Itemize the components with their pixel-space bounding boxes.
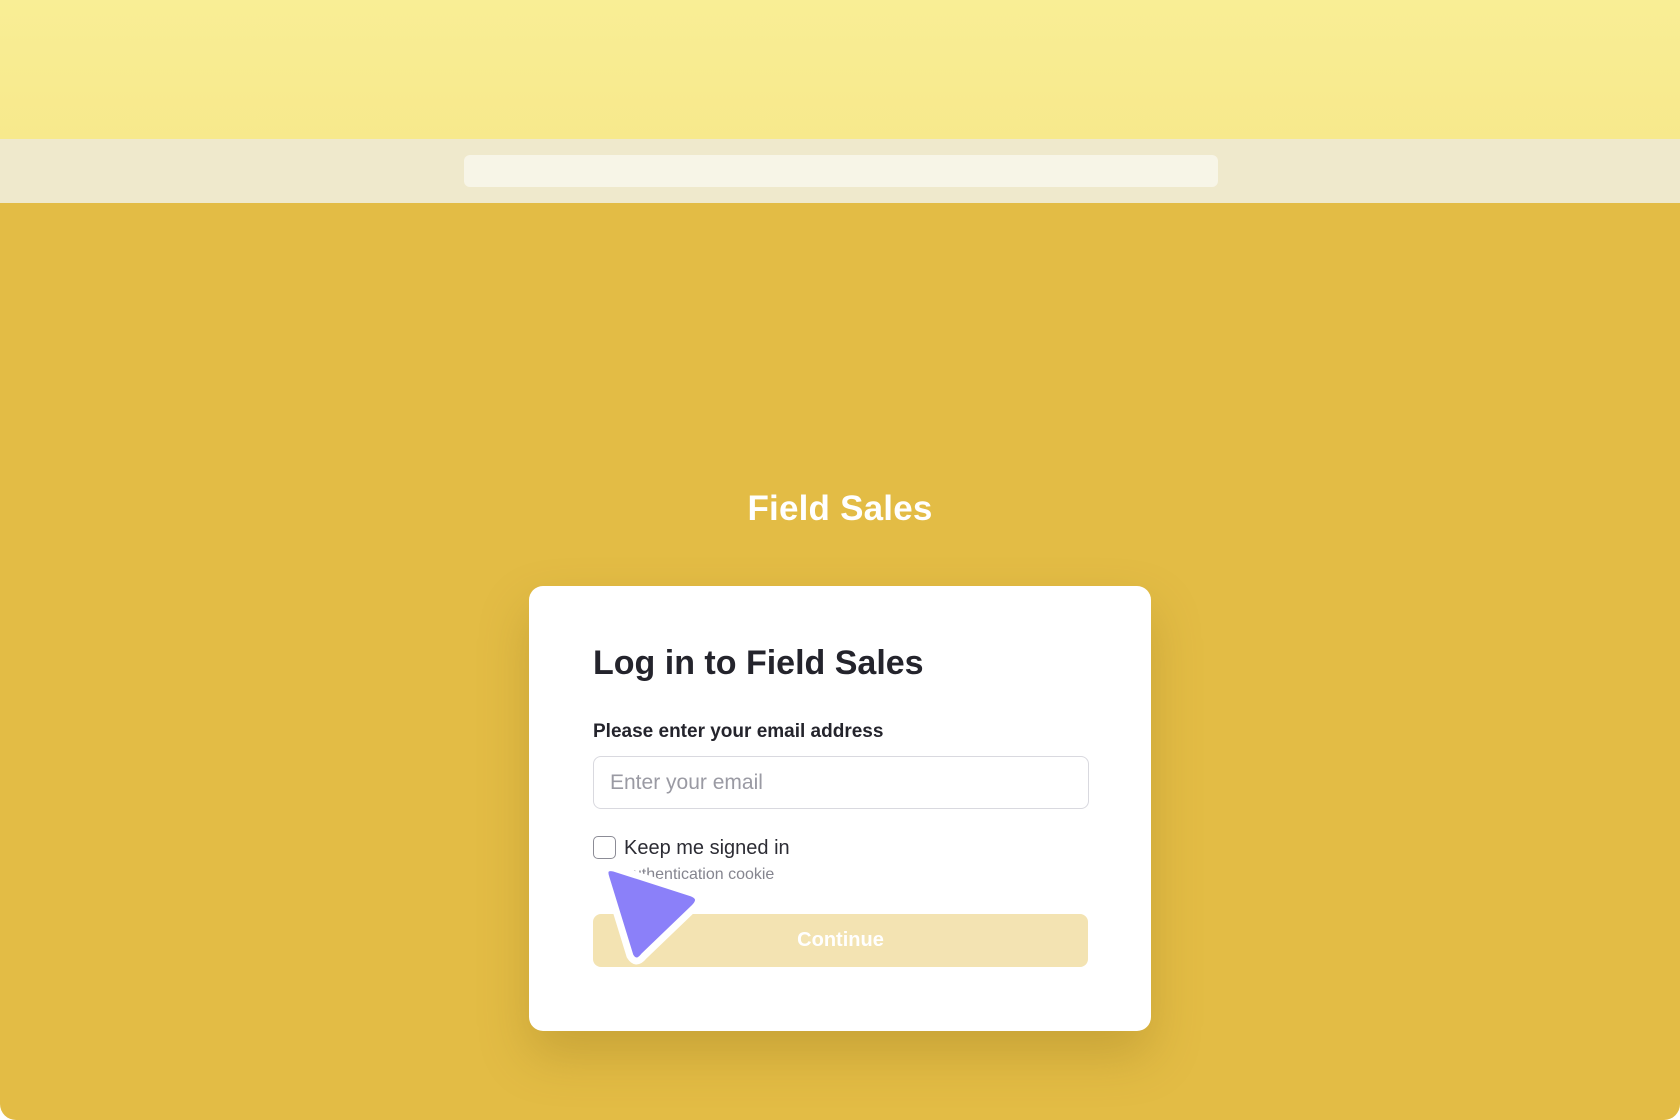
keep-signed-in-checkbox[interactable]	[593, 836, 616, 859]
email-label: Please enter your email address	[593, 721, 884, 742]
login-heading: Log in to Field Sales	[593, 644, 924, 682]
pointer-arrow-icon	[601, 864, 702, 965]
address-bar[interactable]	[464, 155, 1218, 187]
browser-top-band	[0, 0, 1680, 139]
keep-signed-in-label[interactable]: Keep me signed in	[624, 837, 790, 860]
email-input[interactable]	[593, 756, 1089, 809]
app-title: Field Sales	[747, 489, 933, 528]
browser-window: Field Sales Log in to Field Sales Please…	[0, 0, 1680, 1120]
